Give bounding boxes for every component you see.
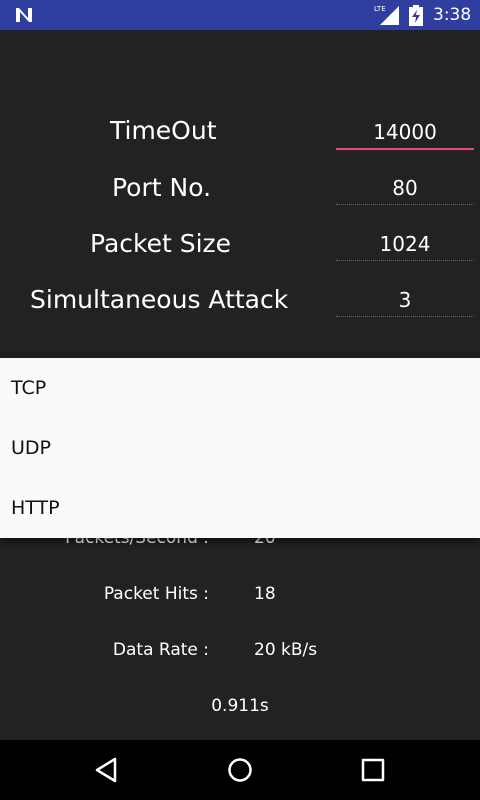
back-triangle-icon[interactable]	[91, 754, 123, 786]
timeout-input-underline	[336, 148, 474, 150]
dropdown-option-tcp[interactable]: TCP	[0, 358, 480, 418]
clock: 3:38	[433, 5, 472, 25]
status-bar: LTE 3:38	[0, 0, 480, 30]
packet-size-label: Packet Size	[90, 229, 232, 258]
protocol-dropdown-menu[interactable]: TCP UDP HTTP	[0, 358, 480, 538]
data-rate-value: 20 kB/s	[254, 640, 318, 660]
timeout-label: TimeOut	[110, 116, 217, 145]
svg-text:LTE: LTE	[374, 5, 386, 13]
n-notification-icon	[16, 8, 32, 22]
simultaneous-attack-label: Simultaneous Attack	[30, 285, 289, 314]
port-input-underline	[336, 204, 474, 205]
navigation-bar	[0, 740, 480, 800]
recents-square-icon[interactable]	[357, 754, 389, 786]
elapsed-time: 0.911s	[211, 696, 269, 716]
packet-hits-label: Packet Hits :	[103, 584, 209, 604]
lte-signal-icon: LTE	[374, 5, 399, 25]
port-label: Port No.	[112, 173, 212, 202]
data-rate-label: Data Rate :	[112, 640, 209, 660]
packet-hits-value: 18	[254, 584, 276, 604]
dropdown-option-udp[interactable]: UDP	[0, 418, 480, 478]
battery-charging-icon	[409, 5, 423, 26]
packet-size-input-underline	[336, 260, 474, 261]
home-circle-icon[interactable]	[224, 754, 256, 786]
packet-size-input[interactable]: 1024	[336, 231, 474, 257]
simultaneous-attack-input-underline	[336, 316, 474, 317]
simultaneous-attack-input[interactable]: 3	[336, 287, 474, 313]
port-input[interactable]: 80	[336, 175, 474, 201]
timeout-input[interactable]: 14000	[336, 119, 474, 145]
dropdown-option-http[interactable]: HTTP	[0, 478, 480, 538]
